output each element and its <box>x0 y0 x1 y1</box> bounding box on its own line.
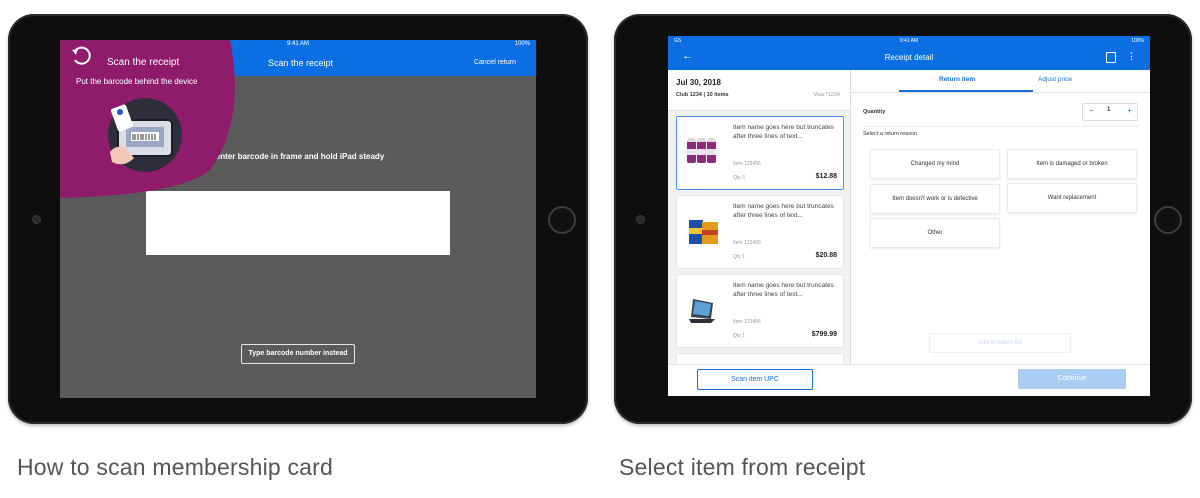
barcode-scan-frame <box>146 191 450 255</box>
return-reason-label: Select a return reason <box>863 131 918 137</box>
item-name: Item name goes here but truncates after … <box>733 282 834 298</box>
home-button[interactable] <box>548 206 576 234</box>
list-item[interactable]: Item name goes here but truncates after … <box>676 274 844 348</box>
type-barcode-button[interactable]: Type barcode number instead <box>241 344 355 364</box>
item-price: $799.99 <box>811 331 837 338</box>
scan-receipt-screen: 9:41 AM 100% Scan the receipt Cancel ret… <box>60 40 536 398</box>
list-item[interactable]: Item name goes here but truncates after … <box>676 195 844 269</box>
front-camera <box>32 215 41 224</box>
receipt-detail-screen: GS 9:41 AM 100% ← Receipt detail ⋮ Jul 3… <box>668 36 1150 396</box>
quantity-stepper[interactable]: − 1 + <box>1082 103 1138 121</box>
nav-title: Scan the receipt <box>268 58 334 68</box>
status-battery: 100% <box>1131 38 1144 44</box>
scan-illustration <box>108 98 182 172</box>
list-item[interactable]: Item name goes here but truncates after … <box>676 116 844 190</box>
overlay-subtitle: Put the barcode behind the device <box>76 77 198 86</box>
quantity-label: Quantity <box>863 109 886 115</box>
reason-damaged[interactable]: Item is damaged or broken <box>1007 149 1137 179</box>
product-thumbnail <box>687 138 716 163</box>
return-options-panel: Return item Adjust price Quantity − 1 + … <box>851 70 1150 364</box>
nav-bar: ← Receipt detail ⋮ <box>668 46 1150 70</box>
product-thumbnail <box>689 220 718 244</box>
item-name: Item name goes here but truncates after … <box>733 203 834 219</box>
item-price: $12.88 <box>815 173 837 180</box>
reason-defective[interactable]: Item doesn't work or is defective <box>870 184 1000 214</box>
receipt-items-panel: Jul 30, 2018 Club 1234 | 10 items Visa *… <box>668 70 851 375</box>
item-name: Item name goes here but truncates after … <box>733 124 834 140</box>
tab-divider <box>851 92 1150 93</box>
status-time: 9:41 AM <box>899 38 919 44</box>
item-price: $20.88 <box>815 252 837 259</box>
item-number: Item 123456 <box>733 161 761 167</box>
nav-title: Receipt detail <box>884 53 934 62</box>
cancel-return-link[interactable]: Cancel return <box>474 59 516 66</box>
reason-changed-mind[interactable]: Changed my mind <box>870 149 1000 179</box>
front-camera <box>636 215 645 224</box>
reason-replacement[interactable]: Want replacement <box>1007 183 1137 213</box>
continue-button[interactable]: Continue <box>1018 369 1126 389</box>
quantity-value: 1 <box>1107 107 1111 113</box>
rotate-icon <box>72 46 91 65</box>
item-qty: Qty 3 <box>733 175 745 181</box>
plus-icon[interactable]: + <box>1127 106 1132 115</box>
tab-adjust-price[interactable]: Adjust price <box>1038 76 1072 83</box>
status-battery: 100% <box>514 41 530 47</box>
item-qty: Qty 1 <box>733 333 745 339</box>
tab-return-item[interactable]: Return item <box>939 76 975 83</box>
product-thumbnail <box>689 299 715 323</box>
reason-other[interactable]: Other <box>870 218 1000 248</box>
receipt-header: Jul 30, 2018 Club 1234 | 10 items Visa *… <box>668 70 850 111</box>
receipt-icon[interactable] <box>1106 52 1116 63</box>
receipt-date: Jul 30, 2018 <box>676 78 721 87</box>
item-number: Item 123456 <box>733 240 761 246</box>
add-to-return-list-button[interactable]: Add to return list <box>929 333 1071 353</box>
item-number: Item 123456 <box>733 319 761 325</box>
caption-left: How to scan membership card <box>17 454 334 480</box>
bottom-action-bar: Scan item UPC Continue <box>668 364 1150 396</box>
status-bar: GS 9:41 AM 100% <box>668 36 1150 46</box>
minus-icon[interactable]: − <box>1089 106 1094 115</box>
more-options-icon[interactable]: ⋮ <box>1127 51 1136 62</box>
receipt-payment: Visa *1234 <box>813 92 840 98</box>
receipt-club-items: Club 1234 | 10 items <box>676 92 729 98</box>
caption-right: Select item from receipt <box>619 454 866 480</box>
divider <box>863 126 1138 127</box>
overlay-title: Scan the receipt <box>107 57 180 68</box>
scan-item-upc-button[interactable]: Scan item UPC <box>697 369 813 390</box>
home-button[interactable] <box>1154 206 1182 234</box>
item-qty: Qty 1 <box>733 254 745 260</box>
